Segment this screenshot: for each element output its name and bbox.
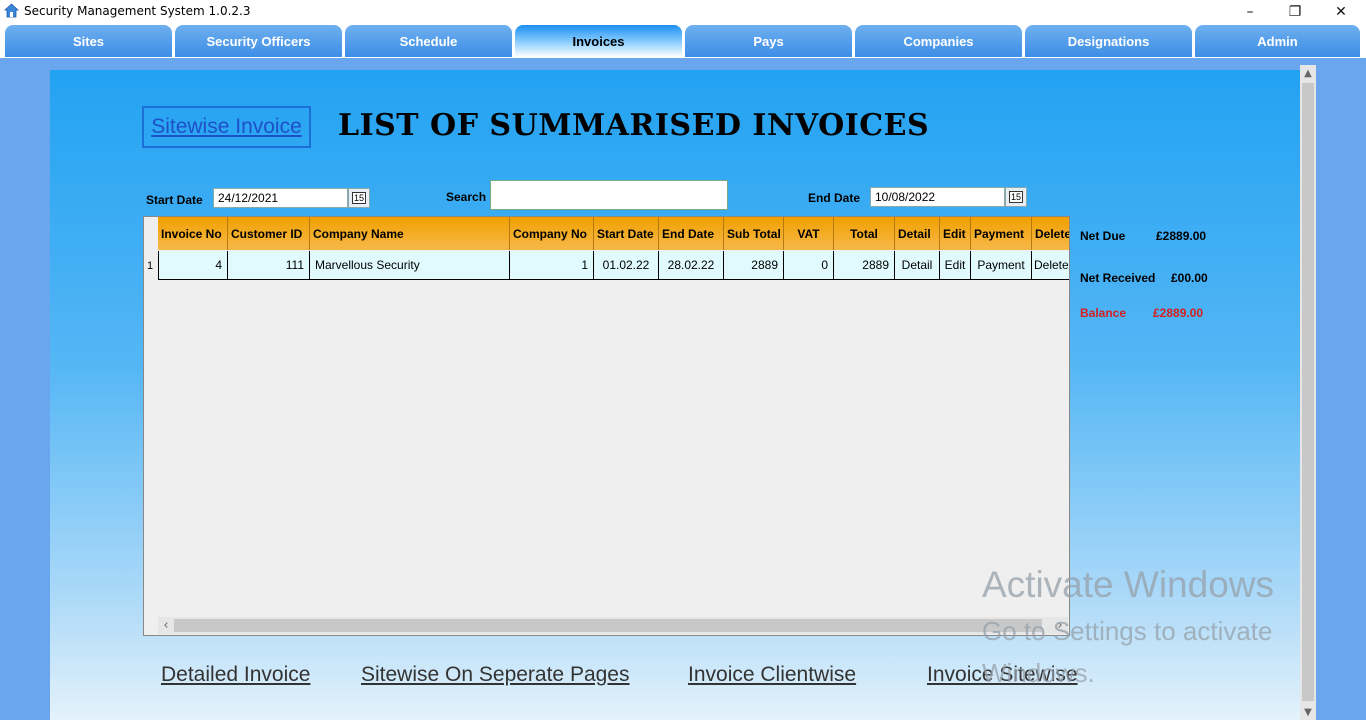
delete-button[interactable]: Delete: [1032, 251, 1069, 280]
scroll-up-icon[interactable]: ▲: [1300, 65, 1316, 81]
tab-sites[interactable]: Sites: [5, 25, 172, 57]
end-date-field[interactable]: 10/08/2022: [870, 187, 1005, 207]
column-header-company-name[interactable]: Company Name: [310, 217, 510, 250]
payment-button[interactable]: Payment: [971, 251, 1032, 280]
search-label: Search: [446, 190, 487, 204]
restore-button[interactable]: ❐: [1272, 0, 1318, 24]
tab-schedule[interactable]: Schedule: [345, 25, 512, 57]
tab-pays[interactable]: Pays: [685, 25, 852, 57]
cell-company-no[interactable]: 1: [510, 251, 594, 280]
start-date-field[interactable]: 24/12/2021: [213, 188, 348, 208]
title-bar: Security Management System 1.0.2.3 – ❐ ✕: [0, 0, 1366, 24]
column-header-company-no[interactable]: Company No: [510, 217, 594, 250]
cell-end-date[interactable]: 28.02.22: [659, 251, 724, 280]
column-header-payment[interactable]: Payment: [971, 217, 1032, 250]
column-header-detail[interactable]: Detail: [895, 217, 940, 250]
sitewise-invoice-button[interactable]: Sitewise Invoice: [142, 106, 311, 148]
cell-invoice-no[interactable]: 4: [158, 251, 228, 280]
cell-vat[interactable]: 0: [784, 251, 834, 280]
column-header-edit[interactable]: Edit: [940, 217, 971, 250]
detailed-invoice-link[interactable]: Detailed Invoice: [161, 663, 310, 687]
end-date-calendar-icon[interactable]: 15: [1005, 187, 1027, 207]
horizontal-scrollbar[interactable]: ‹ ›: [158, 617, 1068, 634]
tab-security-officers[interactable]: Security Officers: [175, 25, 342, 57]
cell-customer-id[interactable]: 111: [228, 251, 310, 280]
scroll-left-icon[interactable]: ‹: [158, 617, 174, 633]
activate-windows-hint: Go to Settings to activate: [982, 616, 1273, 646]
tab-designations[interactable]: Designations: [1025, 25, 1192, 57]
vertical-scroll-thumb[interactable]: [1302, 83, 1314, 701]
row-header[interactable]: 1: [144, 251, 157, 280]
balance-value: £2889.00: [1153, 306, 1204, 320]
scroll-down-icon[interactable]: ▼: [1300, 704, 1316, 720]
column-header-delete[interactable]: Delete: [1032, 217, 1069, 250]
horizontal-scroll-thumb[interactable]: [174, 619, 1042, 632]
start-date-calendar-icon[interactable]: 15: [348, 188, 370, 208]
minimize-button[interactable]: –: [1227, 0, 1273, 24]
cell-total[interactable]: 2889: [834, 251, 895, 280]
vertical-scrollbar[interactable]: ▲ ▼: [1300, 65, 1316, 720]
main-tab-bar: Sites Security Officers Schedule Invoice…: [0, 25, 1366, 58]
column-header-sub-total[interactable]: Sub Total: [724, 217, 784, 250]
column-header-vat[interactable]: VAT: [784, 217, 834, 250]
calendar-glyph: 15: [1008, 191, 1023, 203]
cell-sub-total[interactable]: 2889: [724, 251, 784, 280]
column-header-start-date[interactable]: Start Date: [594, 217, 659, 250]
page-title: LIST OF SUMMARISED INVOICES: [338, 108, 930, 143]
net-received-value: £00.00: [1171, 271, 1208, 285]
edit-button[interactable]: Edit: [940, 251, 971, 280]
balance-label: Balance: [1080, 306, 1127, 320]
end-date-label: End Date: [808, 191, 861, 205]
net-due-label: Net Due: [1080, 229, 1126, 243]
activate-windows-hint-2: Windows.: [982, 658, 1095, 688]
activate-windows-watermark: Activate Windows: [982, 564, 1274, 605]
close-button[interactable]: ✕: [1318, 0, 1364, 24]
net-received-label: Net Received: [1080, 271, 1156, 285]
start-date-label: Start Date: [146, 193, 203, 207]
search-input[interactable]: [490, 180, 728, 210]
calendar-glyph: 15: [351, 192, 366, 204]
cell-start-date[interactable]: 01.02.22: [594, 251, 659, 280]
column-header-total[interactable]: Total: [834, 217, 895, 250]
tab-admin[interactable]: Admin: [1195, 25, 1360, 57]
tab-invoices[interactable]: Invoices: [515, 25, 682, 57]
detail-button[interactable]: Detail: [895, 251, 940, 280]
sitewise-separate-pages-link[interactable]: Sitewise On Seperate Pages: [361, 663, 630, 687]
app-home-icon: [4, 3, 19, 18]
invoice-clientwise-link[interactable]: Invoice Clientwise: [688, 663, 856, 687]
column-header-customer-id[interactable]: Customer ID: [228, 217, 310, 250]
column-header-invoice-no[interactable]: Invoice No: [158, 217, 228, 250]
sitewise-invoice-link[interactable]: Sitewise Invoice: [151, 115, 302, 139]
cell-company-name[interactable]: Marvellous Security: [310, 251, 510, 280]
net-due-value: £2889.00: [1156, 229, 1207, 243]
window-title: Security Management System 1.0.2.3: [24, 4, 251, 18]
column-header-end-date[interactable]: End Date: [659, 217, 724, 250]
tab-companies[interactable]: Companies: [855, 25, 1022, 57]
